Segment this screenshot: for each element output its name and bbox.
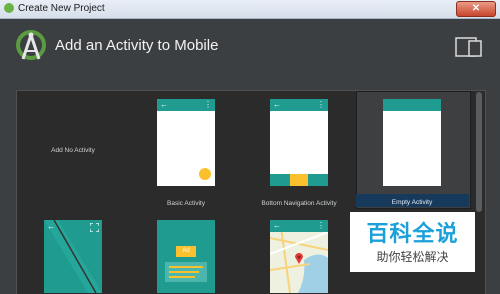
gallery-scrollbar[interactable] — [476, 92, 482, 212]
bottom-nav-selected — [290, 174, 308, 186]
app-icon — [4, 3, 14, 13]
tile-basic-activity-label[interactable]: Basic Activity — [131, 200, 241, 207]
empty-activity-preview[interactable] — [383, 99, 441, 186]
back-arrow-icon: ← — [273, 221, 281, 230]
watermark-sub: 助你轻松解决 — [376, 250, 449, 264]
bottom-navigation-preview[interactable]: ← ⋮ — [270, 99, 328, 186]
header: Add an Activity to Mobile — [0, 19, 500, 76]
tile-empty-activity-label[interactable]: Empty Activity — [357, 199, 467, 206]
close-button[interactable]: ✕ — [456, 1, 496, 17]
ad-badge: Ad — [176, 246, 196, 257]
fab-icon — [199, 168, 211, 180]
watermark-main: 百科全说 — [366, 221, 459, 246]
map-pin-icon — [295, 253, 303, 264]
ad-card — [165, 262, 207, 282]
back-arrow-icon: ← — [160, 100, 168, 109]
toolbar — [383, 99, 441, 111]
admob-activity-preview[interactable]: Ad — [157, 220, 215, 293]
back-arrow-icon: ← — [47, 222, 55, 231]
maps-activity-preview[interactable]: ← ⋮ — [270, 220, 328, 293]
back-arrow-icon: ← — [273, 100, 281, 109]
device-form-factor-icon — [455, 37, 482, 57]
overflow-menu-icon: ⋮ — [317, 221, 325, 230]
window-title: Create New Project — [18, 3, 105, 14]
title-bar: Create New Project ✕ — [0, 0, 500, 19]
fullscreen-icon — [90, 223, 99, 232]
overflow-menu-icon: ⋮ — [204, 100, 212, 109]
tile-add-no-activity[interactable]: Add No Activity — [18, 147, 128, 154]
android-studio-logo-icon — [16, 30, 46, 60]
page-title: Add an Activity to Mobile — [55, 37, 219, 54]
overflow-menu-icon: ⋮ — [317, 100, 325, 109]
fullscreen-activity-preview[interactable]: ← — [44, 220, 102, 293]
watermark: 百科全说 助你轻松解决 — [350, 212, 475, 272]
basic-activity-preview[interactable]: ← ⋮ — [157, 99, 215, 186]
tile-bottom-navigation-label[interactable]: Bottom Navigation Activity — [244, 200, 354, 207]
